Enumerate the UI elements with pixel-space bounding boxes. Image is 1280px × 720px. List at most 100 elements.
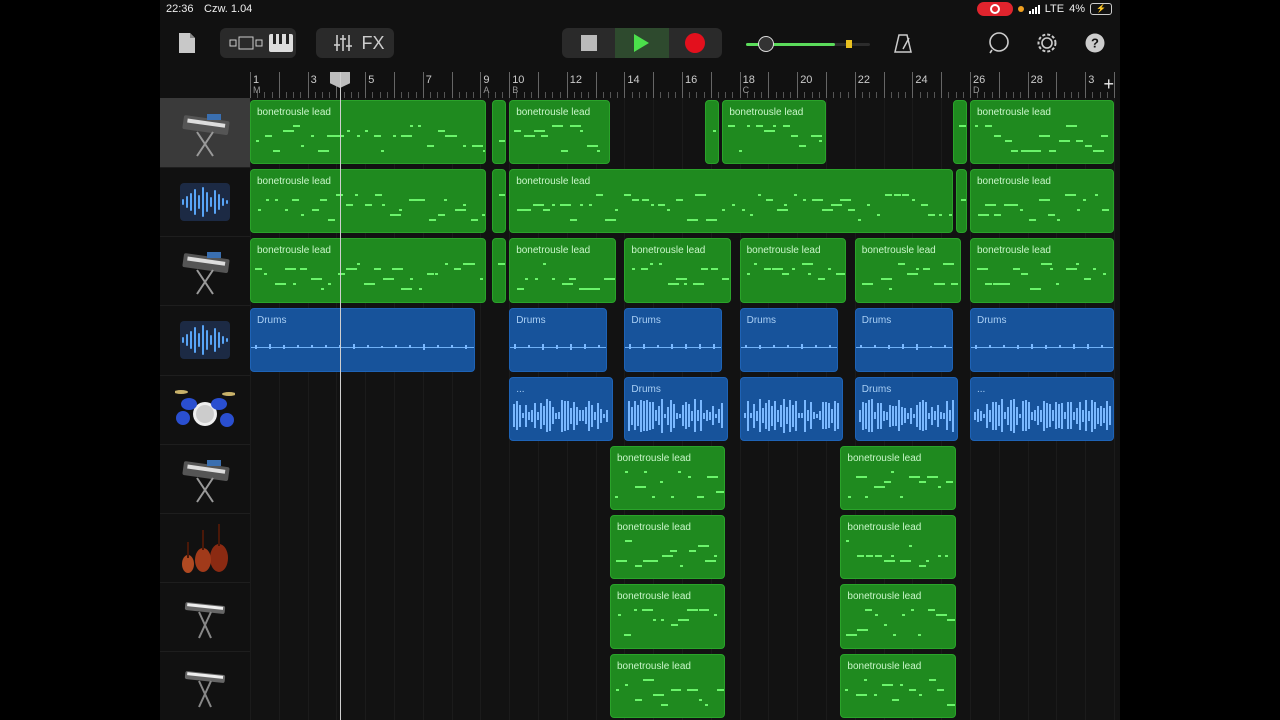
track-header[interactable]	[160, 444, 250, 514]
midi-note	[454, 135, 458, 137]
waveform-peak	[325, 344, 327, 349]
track-controls-button[interactable]	[325, 34, 361, 52]
midi-note	[292, 283, 296, 286]
midi-region[interactable]	[705, 100, 720, 165]
midi-note	[750, 214, 754, 217]
midi-region[interactable]: bonetrousle lead	[840, 515, 956, 580]
track-header[interactable]	[160, 582, 250, 653]
waveform-peak	[543, 406, 546, 426]
ruler-tick	[1027, 72, 1029, 98]
drum-region[interactable]: Drums	[854, 307, 953, 372]
drum-region[interactable]: ...	[970, 376, 1114, 441]
level-meter	[846, 40, 852, 48]
midi-region[interactable]	[491, 100, 507, 165]
midi-region[interactable]: bonetrousle lead	[610, 584, 726, 649]
midi-region[interactable]: bonetrousle lead	[610, 653, 726, 718]
drum-region[interactable]: Drums	[970, 307, 1114, 372]
midi-note	[753, 263, 757, 266]
volume-knob[interactable]	[758, 36, 774, 52]
waveform-peak	[353, 344, 355, 349]
midi-region[interactable]: bonetrousle lead	[509, 238, 616, 303]
track-header[interactable]	[160, 167, 250, 238]
screen-recording-icon[interactable]	[976, 2, 1013, 16]
midi-region[interactable]: bonetrousle lead	[509, 169, 953, 234]
midi-region[interactable]: bonetrousle lead	[840, 653, 956, 718]
midi-region[interactable]: bonetrousle lead	[610, 515, 726, 580]
drum-region[interactable]: Drums	[250, 307, 475, 372]
midi-region[interactable]: bonetrousle lead	[970, 238, 1114, 303]
help-button[interactable]: ?	[1082, 28, 1108, 58]
midi-note	[945, 481, 953, 483]
section-marker[interactable]: B	[512, 85, 518, 95]
midi-note	[928, 609, 936, 612]
midi-region[interactable]	[952, 100, 968, 165]
midi-note	[928, 678, 936, 681]
stop-button[interactable]	[562, 28, 616, 58]
record-button[interactable]	[668, 28, 722, 58]
tracks-view-button[interactable]	[223, 36, 269, 50]
midi-region[interactable]	[955, 169, 968, 234]
arrangement-area[interactable]: bonetrousle lead bonetrousle lead bonetrou…	[250, 98, 1120, 720]
midi-region[interactable]: bonetrousle lead	[722, 100, 826, 165]
midi-region[interactable]: bonetrousle lead	[250, 100, 487, 165]
keyboard-button[interactable]	[269, 34, 293, 52]
midi-note	[444, 199, 448, 202]
track-header[interactable]	[160, 375, 250, 445]
drum-region[interactable]: Drums	[624, 307, 723, 372]
track-header[interactable]	[160, 513, 250, 584]
midi-region[interactable]: bonetrousle lead	[250, 238, 487, 303]
drum-region[interactable]: Drums	[854, 376, 959, 441]
timeline-ruler[interactable]: + 1 3 5 7 9 10 12 14 16 18 20 22 24 26 28 3 M A B C D	[250, 72, 1120, 99]
loop-browser-button[interactable]	[986, 28, 1012, 58]
midi-region[interactable]: bonetrousle lead	[854, 238, 962, 303]
section-marker[interactable]: D	[973, 85, 980, 95]
waveform-peak	[628, 400, 631, 431]
my-songs-button[interactable]	[174, 28, 200, 58]
status-bar: 22:36 Czw. 1.04 LTE 4% ⚡	[160, 0, 1120, 18]
track-header[interactable]	[160, 306, 250, 376]
track-header[interactable]	[160, 236, 250, 307]
waveform-peak	[1001, 399, 1003, 433]
track-header[interactable]	[160, 652, 250, 720]
master-volume-slider[interactable]	[746, 36, 870, 52]
metronome-button[interactable]	[890, 28, 916, 58]
midi-region[interactable]: bonetrousle lead	[970, 100, 1114, 165]
section-marker[interactable]: C	[743, 85, 750, 95]
section-marker[interactable]: A	[483, 85, 489, 95]
settings-button[interactable]	[1034, 28, 1060, 58]
midi-region[interactable]: bonetrousle lead	[250, 169, 487, 234]
midi-region[interactable]: bonetrousle lead	[970, 169, 1114, 234]
drum-region[interactable]: ...	[509, 376, 613, 441]
waveform-peak	[1091, 399, 1093, 432]
midi-note	[480, 278, 484, 281]
waveform-peak	[658, 406, 661, 426]
midi-region[interactable]: bonetrousle lead	[840, 446, 956, 511]
drum-region[interactable]: Drums	[509, 307, 608, 372]
midi-note	[418, 199, 426, 202]
fx-button[interactable]: FX	[361, 33, 384, 54]
midi-region[interactable]: bonetrousle lead	[624, 238, 731, 303]
midi-note	[994, 135, 1002, 137]
waveform-peak	[534, 403, 537, 429]
waveform-peak	[951, 399, 954, 432]
drum-region[interactable]: Drums	[624, 376, 729, 441]
midi-region[interactable]	[491, 169, 507, 234]
midi-region[interactable]: bonetrousle lead	[840, 584, 956, 649]
midi-note	[670, 496, 674, 498]
waveform-peak	[712, 406, 715, 426]
midi-note	[255, 268, 263, 271]
midi-region[interactable]: bonetrousle lead	[509, 100, 610, 165]
midi-region[interactable]: bonetrousle lead	[610, 446, 726, 511]
track-header[interactable]	[160, 98, 250, 168]
waveform-peak	[1019, 413, 1021, 419]
midi-region[interactable]: bonetrousle lead	[739, 238, 847, 303]
drum-region[interactable]: Drums	[739, 307, 838, 372]
midi-region[interactable]	[491, 238, 507, 303]
midi-note	[617, 614, 621, 617]
section-marker[interactable]: M	[253, 85, 261, 95]
play-button[interactable]	[615, 28, 669, 58]
midi-note	[689, 550, 697, 553]
drum-region[interactable]	[739, 376, 844, 441]
midi-note	[283, 130, 295, 132]
add-section-button[interactable]: +	[1103, 74, 1114, 95]
